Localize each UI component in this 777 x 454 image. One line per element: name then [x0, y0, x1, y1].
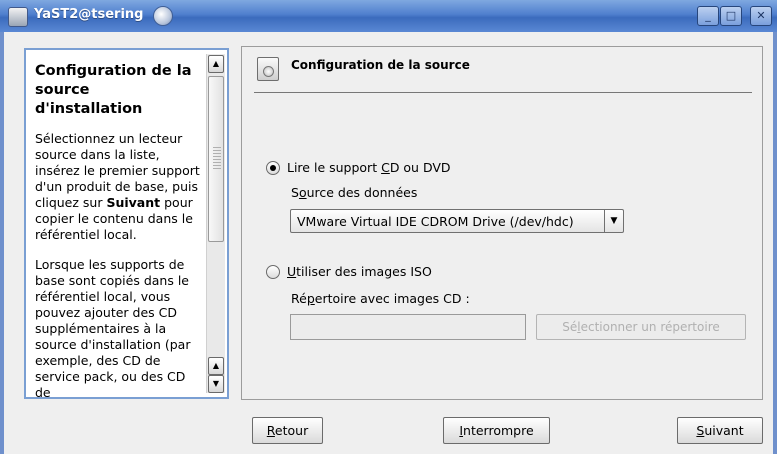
window-extra-icon[interactable]: [153, 6, 173, 26]
maximize-icon: □: [725, 9, 737, 22]
help-paragraph-2: Lorsque les supports de base sont copiés…: [35, 257, 191, 399]
divider: [254, 92, 752, 93]
arrow-up-icon: ▲: [212, 361, 220, 370]
yast-app-icon[interactable]: [8, 7, 28, 27]
source-config-panel: Configuration de la source Lire le suppo…: [241, 46, 763, 400]
close-icon: ✕: [756, 9, 766, 22]
panel-title: Configuration de la source: [291, 58, 470, 72]
help-paragraph-1: Sélectionnez un lecteur source dans la l…: [35, 131, 201, 243]
window-title: YaST2@tsering: [34, 7, 144, 22]
radio-use-iso-label[interactable]: Utiliser des images ISO: [287, 264, 432, 279]
data-source-select[interactable]: VMware Virtual IDE CDROM Drive (/dev/hdc…: [290, 209, 624, 233]
back-button[interactable]: Retour: [252, 417, 323, 444]
scroll-thumb[interactable]: [208, 76, 224, 242]
scroll-up-button[interactable]: ▲: [208, 55, 224, 73]
radio-read-cd[interactable]: [266, 161, 280, 175]
minimize-icon: _: [705, 9, 711, 22]
help-bold-next: Suivant: [106, 195, 161, 210]
iso-dir-label: Répertoire avec images CD :: [291, 291, 470, 306]
minimize-button[interactable]: _: [697, 6, 719, 26]
help-pane: Configuration de la source d'installatio…: [24, 48, 229, 399]
cd-drive-icon: [257, 57, 279, 81]
radio-read-cd-label[interactable]: Lire le support CD ou DVD: [287, 160, 451, 175]
help-scrollbar[interactable]: ▲ ▲ ▼: [206, 54, 225, 393]
close-button[interactable]: ✕: [750, 6, 772, 26]
radio-use-iso[interactable]: [266, 265, 280, 279]
scroll-down-button[interactable]: ▼: [208, 375, 224, 393]
help-content: Configuration de la source d'installatio…: [35, 62, 201, 399]
title-bar: YaST2@tsering _ □ ✕: [0, 0, 777, 33]
select-directory-button[interactable]: Sélectionner un répertoire: [536, 314, 746, 340]
abort-button[interactable]: Interrompre: [443, 417, 550, 444]
help-title: Configuration de la source d'installatio…: [35, 63, 192, 117]
arrow-down-icon: ▼: [212, 379, 220, 388]
chevron-down-icon[interactable]: ▼: [604, 210, 623, 232]
arrow-up-icon: ▲: [212, 59, 220, 68]
data-source-value: VMware Virtual IDE CDROM Drive (/dev/hdc…: [297, 214, 574, 229]
maximize-button[interactable]: □: [720, 6, 742, 26]
next-button[interactable]: Suivant: [677, 417, 763, 444]
scroll-up-button-lower[interactable]: ▲: [208, 357, 224, 375]
iso-dir-input[interactable]: [290, 314, 526, 340]
data-source-label: Source des données: [291, 185, 418, 200]
grip-icon: [213, 147, 221, 169]
